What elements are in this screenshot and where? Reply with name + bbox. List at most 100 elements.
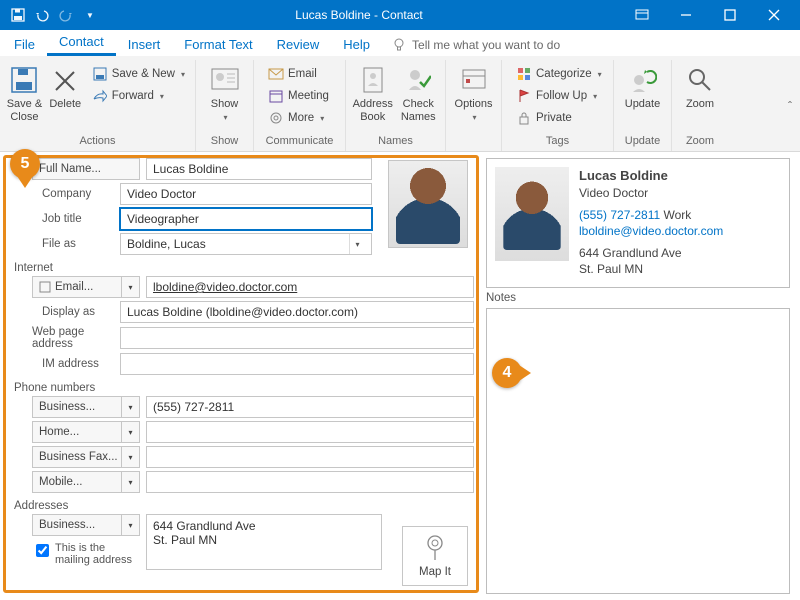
phone-mobile-input[interactable] [146,471,474,493]
more-button[interactable]: More▾ [264,108,333,128]
show-button[interactable]: Show▾ [202,62,247,122]
save-icon[interactable] [10,7,26,23]
forward-button[interactable]: Forward▾ [88,86,189,106]
file-as-combo[interactable]: Boldine, Lucas▾ [120,233,372,255]
card-company: Video Doctor [579,185,723,201]
flag-icon [516,88,532,104]
private-button[interactable]: Private [512,108,606,128]
window-title: Lucas Boldine - Contact [98,8,620,22]
update-button[interactable]: Update [620,62,665,111]
annotation-callout-4: 4 [492,358,522,388]
internet-header: Internet [6,258,474,276]
mailing-address-checkbox[interactable]: This is the mailing address [6,540,138,566]
im-input[interactable] [120,353,474,375]
card-icon [39,281,51,293]
business-card-preview: Lucas Boldine Video Doctor (555) 727-281… [486,158,790,288]
web-page-input[interactable] [120,327,474,349]
job-title-input[interactable] [120,208,372,230]
card-addr2: St. Paul MN [579,261,723,277]
card-email: lboldine@video.doctor.com [579,223,723,239]
card-addr1: 644 Grandlund Ave [579,245,723,261]
title-bar: ▼ Lucas Boldine - Contact [0,0,800,30]
phone-business-input[interactable] [146,396,474,418]
meeting-button[interactable]: Meeting [264,86,333,106]
menu-tabs: File Contact Insert Format Text Review H… [0,30,800,56]
phone-bfax-input[interactable] [146,446,474,468]
forward-icon [92,88,108,104]
full-name-input[interactable] [146,158,372,180]
phone-bfax-button[interactable]: Business Fax...▾ [32,446,140,468]
company-input[interactable] [120,183,372,205]
tab-format-text[interactable]: Format Text [172,32,264,56]
ribbon: Save & Close Delete Save & New▾ Forward▾… [0,56,800,152]
card-name: Lucas Boldine [579,167,723,185]
tab-help[interactable]: Help [331,32,382,56]
web-page-label: Web page address [6,326,114,350]
display-as-label: Display as [6,306,114,318]
phone-home-input[interactable] [146,421,474,443]
zoom-button[interactable]: Zoom [678,62,722,111]
gear-icon [268,110,284,126]
check-names-button[interactable]: Check Names [398,62,440,123]
phone-home-button[interactable]: Home...▾ [32,421,140,443]
email-type-button[interactable]: Email...▾ [32,276,140,298]
tab-file[interactable]: File [2,32,47,56]
categorize-button[interactable]: Categorize▾ [512,64,606,84]
delete-icon [49,64,81,96]
tell-me-search[interactable]: Tell me what you want to do [382,34,570,56]
map-pin-icon [424,534,446,562]
save-new-button[interactable]: Save & New▾ [88,64,189,84]
zoom-icon [684,64,716,96]
options-icon [458,64,490,96]
delete-button[interactable]: Delete [47,62,84,111]
close-button[interactable] [752,0,796,30]
company-label: Company [6,188,114,200]
lightbulb-icon [392,38,406,52]
undo-icon[interactable] [34,7,50,23]
address-book-icon [357,64,389,96]
address-book-button[interactable]: Address Book [352,62,394,123]
redo-icon[interactable] [58,7,74,23]
envelope-icon [268,66,284,82]
card-phone: (555) 727-2811 [579,208,660,222]
save-icon [8,64,40,96]
save-icon [92,66,108,82]
collapse-ribbon-icon[interactable]: ˆ [780,60,800,151]
tab-insert[interactable]: Insert [116,32,173,56]
im-label: IM address [6,358,114,370]
job-title-label: Job title [6,213,114,225]
tab-contact[interactable]: Contact [47,29,116,56]
contact-form: Full Name... Company Job title File as B… [0,152,480,600]
notes-textarea[interactable] [486,308,790,594]
save-close-button[interactable]: Save & Close [6,62,43,123]
address-business-button[interactable]: Business...▾ [32,514,140,536]
email-button[interactable]: Email [264,64,333,84]
address-input[interactable] [146,514,382,570]
calendar-icon [268,88,284,104]
minimize-button[interactable] [664,0,708,30]
update-icon [627,64,659,96]
card-icon [209,64,241,96]
categorize-icon [516,66,532,82]
card-photo [495,167,569,261]
phone-header: Phone numbers [6,378,474,396]
addresses-header: Addresses [6,496,474,514]
ribbon-display-icon[interactable] [620,0,664,30]
contact-photo[interactable] [388,160,468,248]
display-as-input[interactable] [120,301,474,323]
notes-label: Notes [486,292,790,304]
options-button[interactable]: Options▾ [452,62,495,122]
phone-business-button[interactable]: Business...▾ [32,396,140,418]
follow-up-button[interactable]: Follow Up▾ [512,86,606,106]
qat-dropdown-icon[interactable]: ▼ [82,7,98,23]
lock-icon [516,110,532,126]
maximize-button[interactable] [708,0,752,30]
map-it-button[interactable]: Map It [402,526,468,586]
email-input[interactable] [146,276,474,298]
phone-mobile-button[interactable]: Mobile...▾ [32,471,140,493]
tab-review[interactable]: Review [265,32,332,56]
check-names-icon [402,64,434,96]
annotation-callout-5: 5 [10,149,40,179]
full-name-button[interactable]: Full Name... [32,158,140,180]
file-as-label: File as [6,238,114,250]
